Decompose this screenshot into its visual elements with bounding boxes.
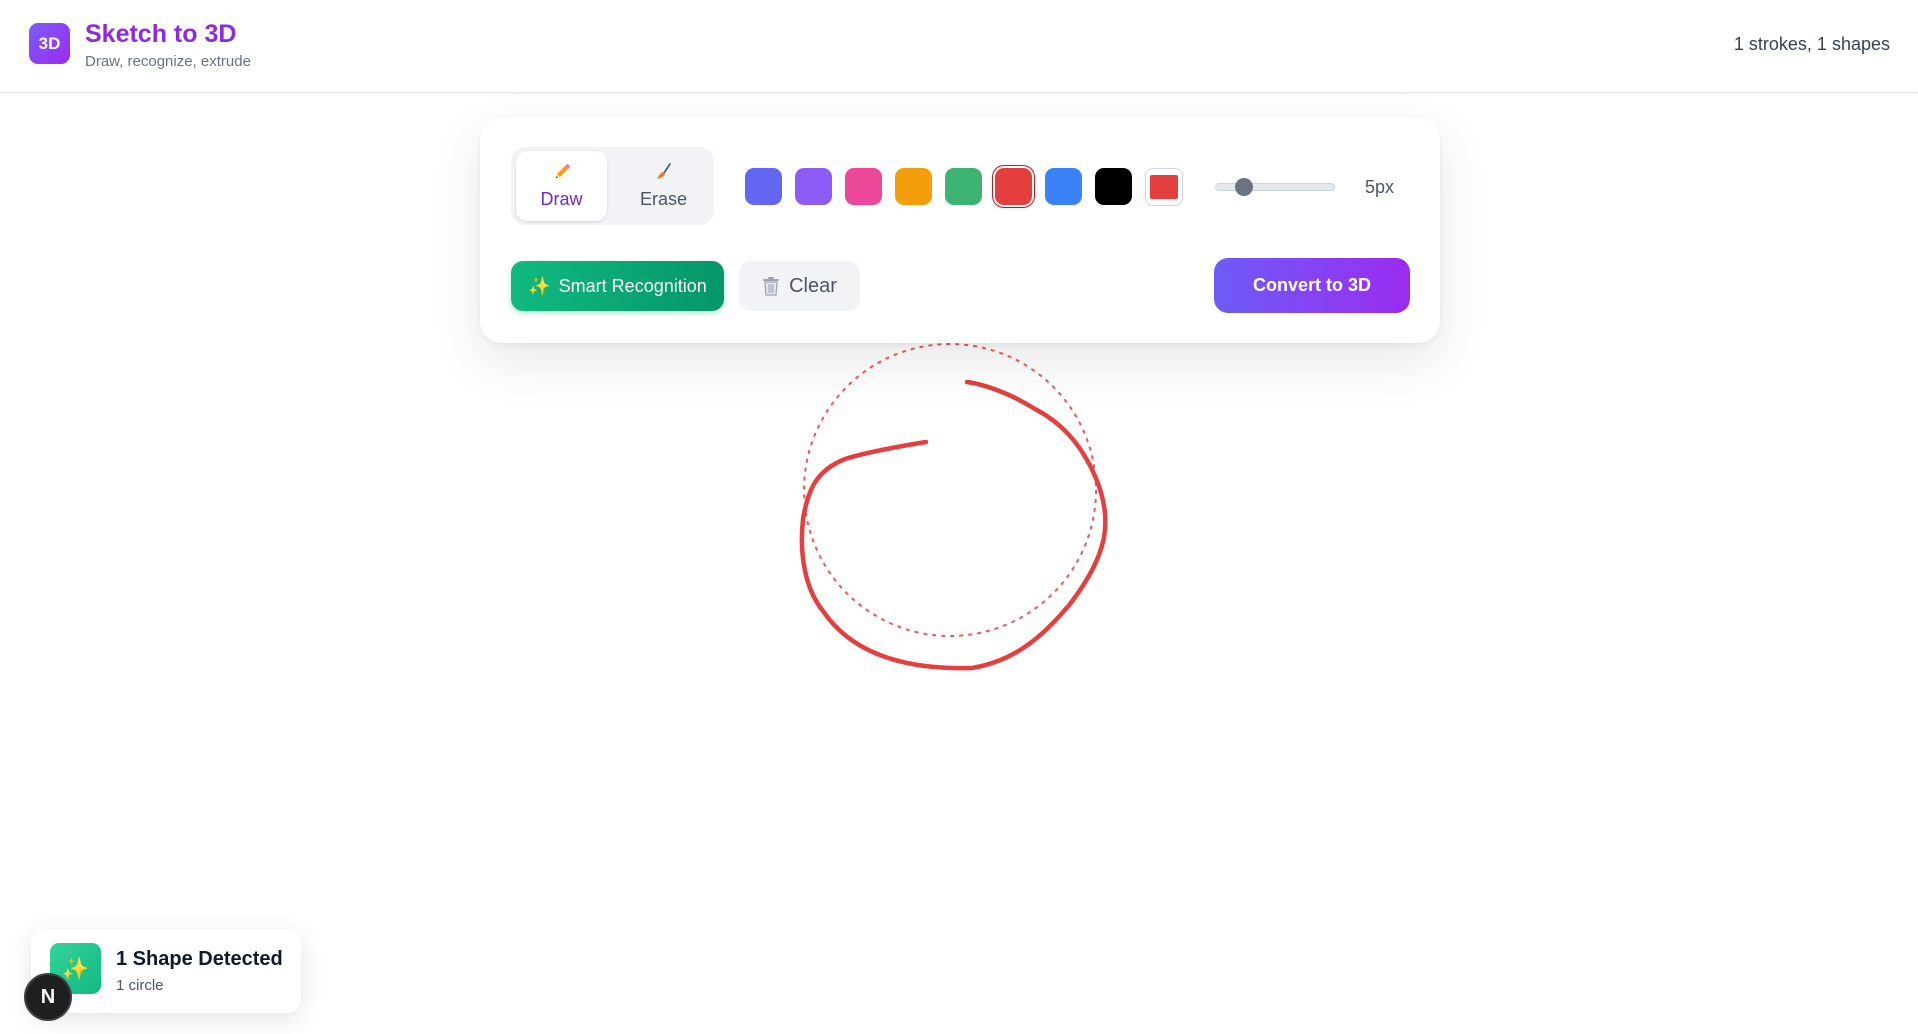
smart-recognition-button[interactable]: ✨ Smart Recognition [511,261,724,311]
custom-color-preview [1150,175,1178,199]
app-title: Sketch to 3D [85,20,237,48]
pencil-icon [555,164,570,178]
color-swatch[interactable] [745,168,782,205]
brush-size-value: 5px [1365,177,1395,197]
drawn-stroke [799,379,1108,671]
dev-tools-badge[interactable]: N [24,973,72,1021]
color-swatch[interactable] [995,168,1032,205]
brush-size-slider[interactable] [1215,178,1335,196]
color-swatch[interactable] [895,168,932,205]
custom-color-picker[interactable] [1145,168,1183,206]
mode-toggle: Draw Erase [511,147,714,225]
smart-recognition-label: Smart Recognition [558,275,707,296]
notification-detail: 1 circle [116,977,164,994]
draw-mode-label: Draw [540,189,583,209]
brush-icon [656,163,671,179]
color-swatch[interactable] [795,168,832,205]
notification-title: 1 Shape Detected [116,948,283,970]
erase-mode-label: Erase [639,189,688,209]
erase-mode-button[interactable]: Erase [618,151,709,221]
clear-label: Clear [789,274,837,297]
slider-track [1215,183,1335,191]
clear-button[interactable]: Clear [739,261,860,311]
convert-to-3d-button[interactable]: Convert to 3D [1214,258,1410,313]
detected-circle-outline [803,343,1097,637]
color-swatch[interactable] [945,168,982,205]
app-header: 3D Sketch to 3D Draw, recognize, extrude… [0,0,1918,93]
app-subtitle: Draw, recognize, extrude [85,53,251,70]
toolbar-panel: Draw Erase 5px ✨ Smart Recognition Clear… [480,117,1440,343]
slider-thumb[interactable] [1235,178,1254,196]
color-palette [745,168,1183,206]
stroke-shape-count: 1 strokes, 1 shapes [1733,34,1890,54]
trash-icon [763,277,780,296]
draw-mode-button[interactable]: Draw [516,151,607,221]
color-swatch[interactable] [1045,168,1082,205]
app-logo: 3D [29,23,70,64]
color-swatch[interactable] [845,168,882,205]
sparkles-icon: ✨ [528,275,551,296]
color-swatch[interactable] [1095,168,1132,205]
